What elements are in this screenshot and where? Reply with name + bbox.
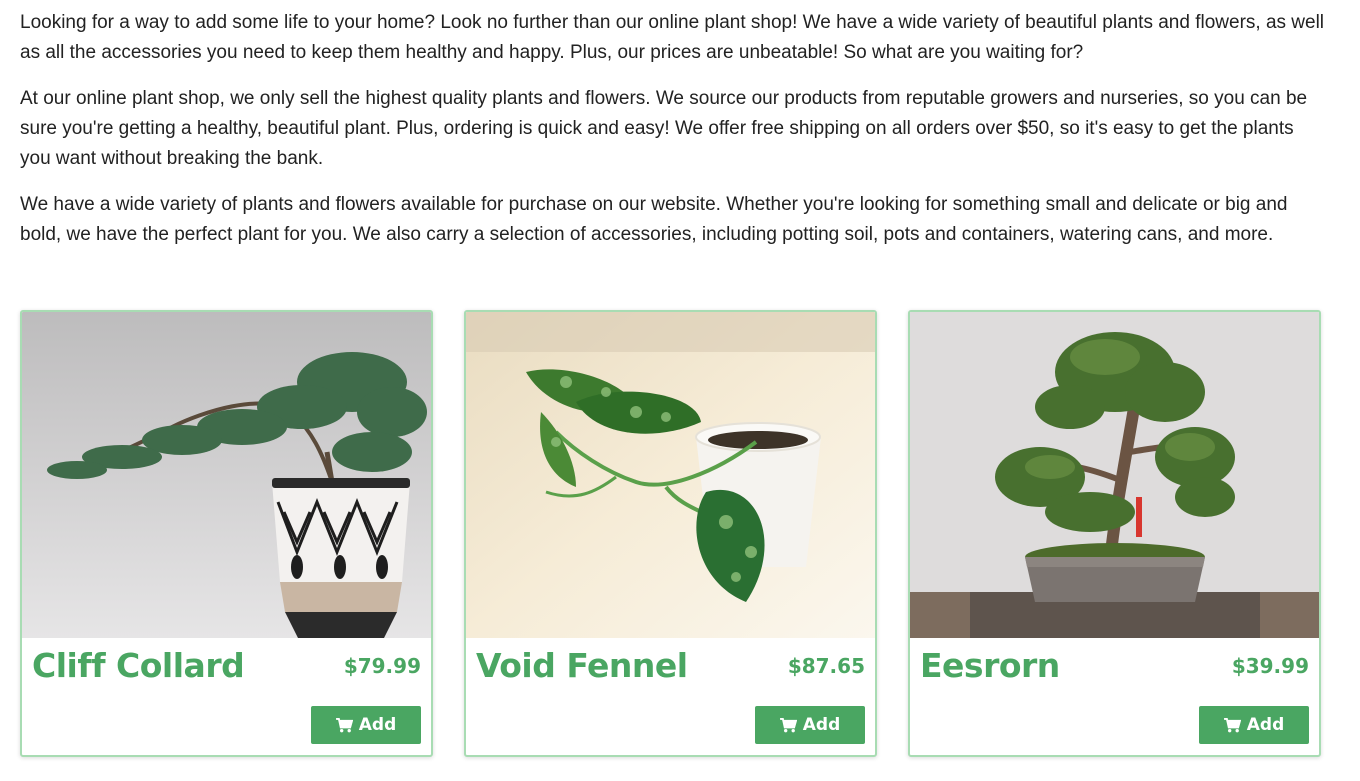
product-card-body: Void Fennel $87.65 Add [466,638,875,755]
product-card: Void Fennel $87.65 Add [464,310,877,757]
intro-paragraph-3: We have a wide variety of plants and flo… [20,194,1288,245]
intro-text: Looking for a way to add some life to yo… [20,8,1325,266]
cart-icon [1223,717,1241,732]
product-card-body: Eesrorn $39.99 Add [910,638,1319,755]
cart-icon [779,717,797,732]
cart-icon [335,717,353,732]
product-name: Eesrorn [920,646,1060,685]
add-button-label: Add [802,715,841,735]
product-card: Eesrorn $39.99 Add [908,310,1321,757]
add-button-label: Add [1246,715,1285,735]
add-to-cart-button[interactable]: Add [311,706,421,744]
product-grid: Cliff Collard $79.99 Add Void Fennel $87… [20,310,1321,757]
product-card: Cliff Collard $79.99 Add [20,310,433,757]
product-name: Cliff Collard [32,646,245,685]
product-image [910,312,1319,638]
product-price: $79.99 [343,654,421,678]
product-price: $87.65 [787,654,865,678]
intro-paragraph-2: At our online plant shop, we only sell t… [20,88,1308,169]
product-name: Void Fennel [476,646,688,685]
intro-paragraph-1: Looking for a way to add some life to yo… [20,12,1325,63]
add-to-cart-button[interactable]: Add [755,706,865,744]
product-image [466,312,875,638]
product-image [22,312,431,638]
add-to-cart-button[interactable]: Add [1199,706,1309,744]
add-button-label: Add [358,715,397,735]
product-card-body: Cliff Collard $79.99 Add [22,638,431,755]
product-price: $39.99 [1231,654,1309,678]
